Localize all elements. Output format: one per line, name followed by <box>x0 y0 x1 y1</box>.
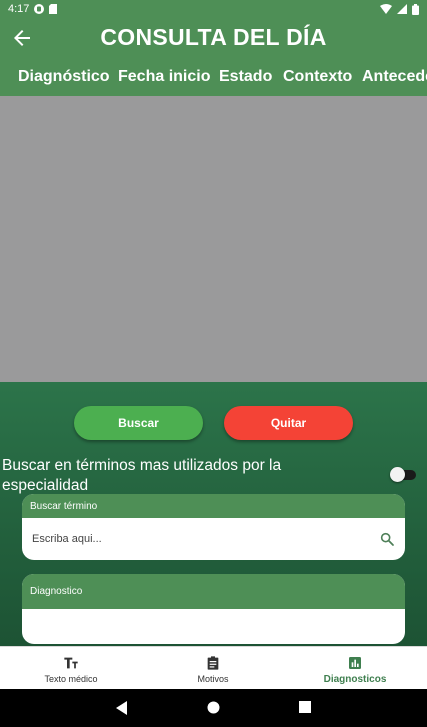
sd-card-icon <box>49 4 58 14</box>
tab-bar: Diagnóstico Fecha inicio Estado Contexto… <box>0 58 427 96</box>
search-term-placeholder: Escriba aqui... <box>32 533 102 545</box>
toggle-label: Buscar en términos mas utilizados por la… <box>2 457 282 494</box>
diagnosis-list <box>22 609 405 644</box>
nav-texto-medico[interactable]: Texto médico <box>0 647 142 690</box>
nav-label-motivos: Motivos <box>197 674 229 684</box>
diagnosis-card-title: Diagnostico <box>22 574 405 609</box>
app-bar: CONSULTA DEL DÍA <box>0 18 427 58</box>
search-panel: Buscar Quitar Buscar en términos mas uti… <box>0 382 427 646</box>
clipboard-icon <box>207 656 219 670</box>
signal-icon <box>397 4 407 14</box>
tab-estado[interactable]: Estado <box>219 68 272 86</box>
status-left: 4:17 <box>8 3 58 15</box>
search-icon[interactable] <box>379 531 395 547</box>
tab-antecedentes[interactable]: Antecedentes <box>362 68 427 86</box>
switch-knob[interactable] <box>390 467 405 482</box>
home-circle-icon[interactable] <box>207 701 220 714</box>
status-time: 4:17 <box>8 3 30 15</box>
battery-icon <box>412 3 419 15</box>
text-format-icon <box>64 657 78 669</box>
status-right <box>380 3 419 15</box>
diagnosis-card: Diagnostico <box>22 574 405 644</box>
frequent-terms-switch[interactable] <box>390 467 416 482</box>
tab-fecha-inicio[interactable]: Fecha inicio <box>118 68 210 86</box>
search-term-card-title: Buscar término <box>22 494 405 518</box>
wifi-icon <box>380 4 392 14</box>
status-bar: 4:17 <box>0 0 427 18</box>
nav-label-diagnosticos: Diagnosticos <box>323 674 387 685</box>
bottom-navigation: Texto médico Motivos Diagnosticos <box>0 646 427 689</box>
app-notification-icon <box>34 4 45 14</box>
search-button[interactable]: Buscar <box>74 406 203 440</box>
search-term-input[interactable]: Escriba aqui... <box>22 518 405 560</box>
page-title: CONSULTA DEL DÍA <box>100 24 327 50</box>
tab-diagnostico[interactable]: Diagnóstico <box>18 68 110 86</box>
recents-square-icon[interactable] <box>299 701 311 713</box>
back-triangle-icon[interactable] <box>116 701 128 715</box>
content-placeholder <box>0 96 427 382</box>
remove-button[interactable]: Quitar <box>224 406 353 440</box>
search-term-card: Buscar término Escriba aqui... <box>22 494 405 560</box>
nav-motivos[interactable]: Motivos <box>142 647 284 690</box>
bar-chart-icon <box>349 657 361 669</box>
nav-diagnosticos[interactable]: Diagnosticos <box>284 647 426 690</box>
tab-contexto[interactable]: Contexto <box>283 68 352 86</box>
nav-label-texto-medico: Texto médico <box>44 674 98 684</box>
system-navigation-bar <box>0 689 427 727</box>
